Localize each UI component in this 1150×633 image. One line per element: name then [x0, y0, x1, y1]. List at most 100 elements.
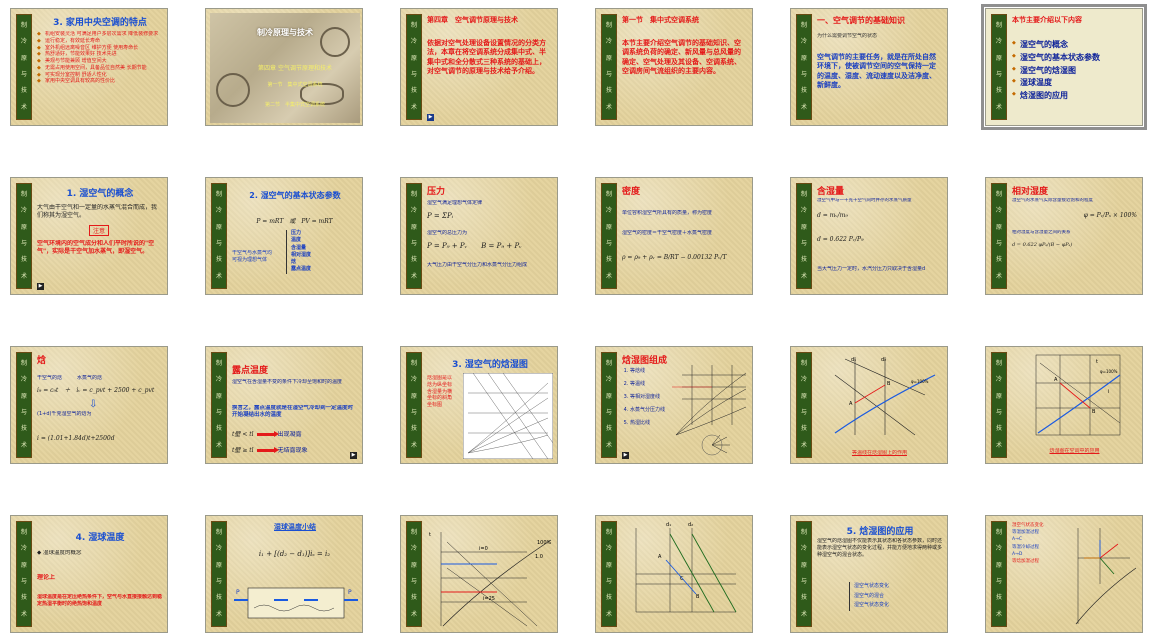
slide-line-2: 湿空气的总压力为	[427, 230, 468, 236]
slide-equation: ρ = ρ₉ + ρᵥ = B/RT − 0.00132 Pᵥ/T	[622, 254, 727, 261]
slide-side-strip: 制冷原与技术	[406, 352, 422, 458]
slide-left-note: 干空气与水蒸气均可视为理想气体	[232, 250, 272, 263]
slide-thumbnail-6[interactable]: 制冷原与技术 本节主要介绍以下内容 湿空气的概念湿空气的基本状态参数湿空气的焓湿…	[981, 4, 1147, 130]
slide-line-1: 单位容积湿空气所具有的质量，称为密度	[622, 210, 713, 216]
slide-thumbnail-4[interactable]: 制冷原与技术 第一节 集中式空调系统 本节主要介绍空气调节的基础知识、空调系统负…	[595, 8, 753, 126]
slide-title: 相对湿度	[1012, 187, 1049, 197]
slide-thumbnail-23[interactable]: 制冷原与技术 5. 焓湿图的应用 湿空气的焓湿图不仅能表示其状态和各状态参数，同…	[790, 515, 948, 633]
slide-thumbnail-10[interactable]: 制冷原与技术 密度 单位容积湿空气所具有的质量，称为密度 湿空气的密度＝干空气密…	[595, 177, 753, 295]
slide-line-2: 理论上	[37, 574, 56, 581]
down-arrow-icon: ⇩	[89, 399, 98, 410]
process-list: 湿空气状态变化 等温加湿过程 A→C 等湿冷却过程 A→D 等焓加湿过程	[1012, 523, 1044, 564]
svg-text:A: A	[849, 401, 853, 407]
slide-thumbnail-11[interactable]: 制冷原与技术 含湿量 湿空气中与一千克干空气同时并存的水蒸气质量 d = mᵥ/…	[790, 177, 948, 295]
slide-side-strip: 制冷原与技术	[991, 521, 1007, 627]
slide-thumbnail-2[interactable]: 制冷原理与技术 第四章 空气调节原理和技术 第一节 集中式空调系统 第二节 半集…	[205, 8, 363, 126]
svg-text:A: A	[658, 554, 662, 560]
slide-equation: P = mRT 或 PV = mRT	[256, 218, 333, 225]
slide-title: 焓	[37, 356, 47, 366]
nav-icon: ▶	[622, 452, 629, 459]
slide-bullets: 湿空气的概念湿空气的基本状态参数湿空气的焓湿图湿球温度焓湿图的应用	[1012, 39, 1137, 103]
slide-thumbnail-17[interactable]: 制冷原与技术 d₁ d₂ A B φ=100% 等温线在焓湿图上的作用	[790, 346, 948, 464]
slide-side-strip: 制冷原与技术	[991, 183, 1007, 289]
slide-side-strip: 制冷原与技术	[16, 521, 32, 627]
slide-title: 本节主要介绍以下内容	[1012, 16, 1082, 24]
slide-thumbnail-19[interactable]: 制冷原与技术 4. 湿球温度 ◆ 湿球温度的概念 理论上 湿球温度是在定压绝热条…	[10, 515, 168, 633]
slide-equation: d = mᵥ/m₉	[817, 212, 848, 219]
slide-thumbnail-5[interactable]: 制冷原与技术 一、空气调节的基础知识 为什么需要调节空气的状态 空气调节的主要任…	[790, 8, 948, 126]
slide-title: 1. 湿空气的概念	[66, 189, 134, 199]
slide-side-strip: 制冷原与技术	[406, 521, 422, 627]
svg-text:d₂: d₂	[688, 522, 693, 528]
slide-thumbnail-22[interactable]: 制冷原与技术 d₁ d₂ A B C	[595, 515, 753, 633]
slide-title: 5. 焓湿图的应用	[846, 527, 914, 537]
slide-title: 密度	[622, 187, 641, 197]
title-photo: 制冷原理与技术 第四章 空气调节原理和技术 第一节 集中式空调系统 第二节 半集…	[210, 13, 360, 123]
condition-row-1: t壁 < tl 出现凝露	[232, 431, 302, 438]
slide-line-1: ◆ 湿球温度的概念	[37, 550, 82, 556]
slide-title: 露点温度	[232, 366, 269, 376]
slide-side-strip: 制冷原与技术	[406, 14, 422, 120]
svg-text:C: C	[680, 576, 684, 582]
slide-title: 2. 湿空气的基本状态参数	[249, 191, 341, 200]
svg-text:B: B	[887, 381, 891, 387]
slide-thumbnail-24[interactable]: 制冷原与技术 湿空气状态变化 等温加湿过程 A→C 等湿冷却过程 A→D 等焓加…	[985, 515, 1143, 633]
slide-line-2: 湿空气的密度＝干空气密度＋水蒸气密度	[622, 230, 713, 236]
slide-title: 第四章 空气调节原理与技术	[427, 16, 518, 24]
slide-title: 3. 湿空气的焓湿图	[452, 360, 528, 370]
process-diagram: t i A B φ=100%	[1035, 354, 1121, 436]
slide-equation: φ = Pᵥ/Pₛ × 100%	[1083, 212, 1137, 219]
slide-body: 大气由干空气和一定量的水蒸气混合而成，我们称其为湿空气。	[37, 204, 158, 220]
slide-side-strip: 制冷原与技术	[16, 183, 32, 289]
slide-thumbnail-7[interactable]: 制冷原与技术 1. 湿空气的概念 大气由干空气和一定量的水蒸气混合而成，我们称其…	[10, 177, 168, 295]
slide-thumbnail-13[interactable]: 制冷原与技术 焓 干空气的焓 水蒸气的焓 i₉ = c₉t ＋ iᵥ = c_p…	[10, 346, 168, 464]
slide-thumbnail-21[interactable]: 制冷原与技术 t i=0 1.0 100% i=25	[400, 515, 558, 633]
photo-subtitle: 第四章 空气调节原理和技术	[258, 65, 332, 72]
slide-thumbnail-1[interactable]: 制冷原与技术 3. 家用中央空调的特点 机组安装灵活 可满足用户多层次需求 降低…	[10, 8, 168, 126]
slide-thumbnail-16[interactable]: 制冷原与技术 焓湿图组成 等焓线等温线等相对湿度线水蒸气分压力线热湿比线 ▶	[595, 346, 753, 464]
svg-text:d₁: d₁	[666, 522, 671, 528]
slide-equation: i₉ = c₉t ＋ iᵥ = c_pvt + 2500 + c_pvt	[37, 387, 155, 394]
svg-text:100%: 100%	[537, 540, 552, 546]
slide-side-strip: 制冷原与技术	[601, 521, 617, 627]
slide-thumbnail-15[interactable]: 制冷原与技术 3. 湿空气的焓湿图 焓湿图是以焓为纵坐标含湿量为横坐标的斜角坐标…	[400, 346, 558, 464]
slide-line-1: 湿空气在含湿量不变的条件下冷却至饱和时的温度	[232, 379, 343, 385]
slide-thumbnail-9[interactable]: 制冷原与技术 压力 湿空气满足理想气体定律 P = ΣPᵢ 湿空气的总压力为 P…	[400, 177, 558, 295]
slide-title: 压力	[427, 187, 446, 197]
chart-components-diagram	[672, 365, 747, 456]
param-list: 压力 温度 含湿量 相对湿度焓露点温度	[286, 230, 311, 274]
state-change-diagram	[1075, 528, 1137, 625]
slide-side-strip: 制冷原与技术	[991, 14, 1007, 120]
nav-icon: ▶	[37, 283, 44, 290]
slide-body: 空气调节的主要任务，就是在所处自然环境下，使被调节空间的空气保持一定的温度、湿度…	[817, 53, 936, 90]
slide-body: 本节主要介绍空气调节的基础知识、空调系统负荷的确定、新风量与总风量的确定、空气处…	[622, 39, 741, 76]
slide-equation: d = 0.622 Pᵥ/P₉	[817, 236, 864, 243]
slide-line-2: 相对湿度与含湿量之间的关系	[1012, 230, 1071, 235]
slide-side-strip: 制冷原与技术	[16, 14, 32, 120]
slide-note: 为什么需要调节空气的状态	[817, 33, 878, 39]
slide-title: 湿球温度小结	[274, 523, 316, 531]
slide-thumbnail-8[interactable]: 制冷原与技术 2. 湿空气的基本状态参数 P = mRT 或 PV = mRT …	[205, 177, 363, 295]
svg-text:1.0: 1.0	[535, 554, 543, 560]
slide-thumbnail-12[interactable]: 制冷原与技术 相对湿度 湿空气的水蒸气实际含量接近饱和的程度 φ = Pᵥ/Pₛ…	[985, 177, 1143, 295]
component-list: 等焓线等温线等相对湿度线水蒸气分压力线热湿比线	[622, 365, 678, 430]
slide-thumbnail-18[interactable]: 制冷原与技术 t i A B φ=100% 焓湿图在空调中的应用	[985, 346, 1143, 464]
svg-text:i: i	[1108, 389, 1109, 395]
slide-side-strip: 制冷原与技术	[796, 521, 812, 627]
slide-side-strip: 制冷原与技术	[796, 14, 812, 120]
slide-title: 4. 湿球温度	[75, 533, 125, 543]
slide-line-3: (1+d)千克湿空气的焓为	[37, 411, 92, 417]
svg-text:t: t	[429, 532, 431, 538]
slide-line-2: 换言之，露点温度就是在湿空气冷却到一定温度时开始凝结出水的温度	[232, 405, 354, 419]
slide-thumbnail-20[interactable]: 制冷原与技术 湿球温度小结 i₁ + [(d₂ − d₁)]iₛ = i₂ P …	[205, 515, 363, 633]
slide-title: 第一节 集中式空调系统	[622, 16, 699, 24]
slide-side-strip: 制冷原与技术	[796, 183, 812, 289]
svg-text:B: B	[696, 594, 700, 600]
slide-side-strip: 制冷原与技术	[211, 521, 227, 627]
note-box: 注意	[89, 225, 110, 236]
slide-thumbnail-3[interactable]: 制冷原与技术 第四章 空气调节原理与技术 依据对空气处理设备设置情况的分类方法，…	[400, 8, 558, 126]
slide-thumbnail-14[interactable]: 制冷原与技术 露点温度 湿空气在含湿量不变的条件下冷却至饱和时的温度 换言之，露…	[205, 346, 363, 464]
slide-title: 3. 家用中央空调的特点	[53, 18, 147, 28]
svg-text:P: P	[236, 589, 240, 596]
slide-side-strip: 制冷原与技术	[991, 352, 1007, 458]
